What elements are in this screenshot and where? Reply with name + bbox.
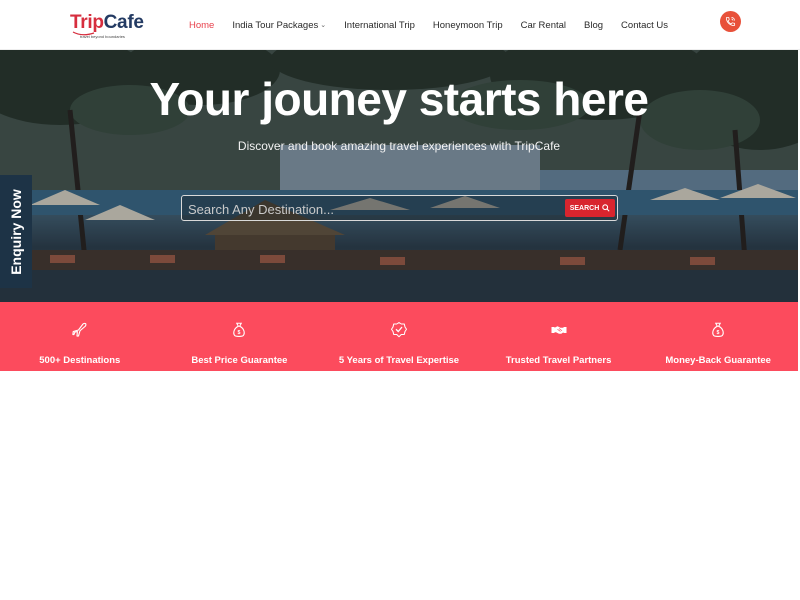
feature-item: Trusted Travel Partners xyxy=(479,302,639,371)
hero-section: Your jouney starts here Discover and boo… xyxy=(0,50,798,302)
main-nav: Home India Tour Packages ⌄ International… xyxy=(189,18,686,32)
feature-label: Best Price Guarantee xyxy=(191,355,288,366)
destination-search-bar: SEARCH xyxy=(181,195,618,221)
destination-search-input[interactable] xyxy=(188,200,558,218)
nav-item-car-rental[interactable]: Car Rental xyxy=(521,20,566,31)
handshake-icon xyxy=(551,326,567,334)
chevron-down-icon: ⌄ xyxy=(320,22,327,29)
feature-label: Trusted Travel Partners xyxy=(505,355,612,366)
search-icon xyxy=(602,204,610,212)
nav-item-honeymoon-trip[interactable]: Honeymoon Trip xyxy=(433,20,503,31)
nav-label: India Tour Packages xyxy=(232,19,319,31)
nav-item-international-trip[interactable]: International Trip xyxy=(344,20,415,31)
nav-label: Blog xyxy=(584,19,604,31)
nav-item-india-tour-packages[interactable]: India Tour Packages ⌄ xyxy=(232,20,326,31)
nav-item-contact-us[interactable]: Contact Us xyxy=(621,20,668,31)
feature-item: $ Best Price Guarantee xyxy=(160,302,320,371)
feature-label: Money-Back Guarantee xyxy=(665,355,771,366)
svg-text:$: $ xyxy=(238,330,241,336)
logo-trip-text: Trip xyxy=(70,12,104,33)
money-bag-icon: $ xyxy=(712,322,724,337)
feature-item: 500+ Destinations xyxy=(0,302,160,371)
search-button[interactable]: SEARCH xyxy=(565,199,615,217)
airplane-icon xyxy=(72,322,87,337)
phone-icon xyxy=(725,16,736,27)
nav-item-home[interactable]: Home xyxy=(189,20,214,31)
shield-check-icon xyxy=(390,321,408,338)
svg-text:$: $ xyxy=(717,330,720,336)
nav-label: Contact Us xyxy=(621,19,669,31)
call-button[interactable] xyxy=(720,11,741,32)
features-strip: 500+ Destinations $ Best Price Guarantee… xyxy=(0,302,798,371)
logo-tagline: travel beyond boundaries xyxy=(80,34,125,39)
money-bag-icon: $ xyxy=(233,322,246,337)
feature-label: 500+ Destinations xyxy=(39,355,121,366)
nav-label: Honeymoon Trip xyxy=(432,19,503,31)
enquiry-now-label: Enquiry Now xyxy=(8,188,24,275)
hero-title: Your jouney starts here xyxy=(149,73,649,125)
site-header: TripCafe travel beyond boundaries Home I… xyxy=(0,0,800,50)
enquiry-now-button[interactable]: Enquiry Now xyxy=(0,175,32,288)
feature-item: $ Money-Back Guarantee xyxy=(638,302,798,371)
nav-label: Car Rental xyxy=(520,19,567,31)
feature-item: 5 Years of Travel Expertise xyxy=(319,302,479,371)
nav-label: Home xyxy=(189,19,215,31)
hero-subtitle: Discover and book amazing travel experie… xyxy=(237,139,561,153)
logo-cafe-text: Cafe xyxy=(103,12,144,33)
nav-label: International Trip xyxy=(344,19,415,31)
nav-item-blog[interactable]: Blog xyxy=(584,20,603,31)
search-button-label: SEARCH xyxy=(569,204,600,212)
logo[interactable]: TripCafe travel beyond boundaries xyxy=(70,12,150,42)
feature-label: 5 Years of Travel Expertise xyxy=(338,355,460,366)
